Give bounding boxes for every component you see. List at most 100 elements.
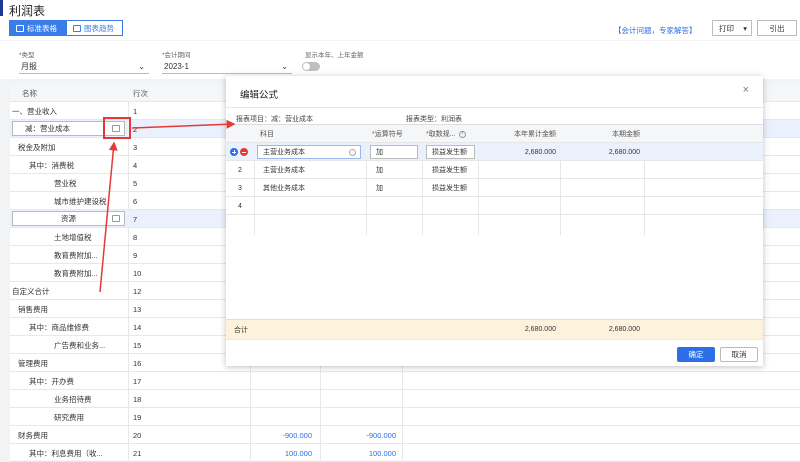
operator-select[interactable]: 加	[370, 145, 418, 159]
rule-select[interactable]: 损益发生额	[426, 145, 475, 159]
current-cell	[560, 179, 640, 197]
subject-input[interactable]: 主营业务成本	[257, 145, 361, 159]
table-row[interactable]: 其中：开办费 17	[10, 372, 800, 390]
row-number: 15	[133, 340, 142, 350]
row-number: 9	[133, 250, 138, 260]
type-select[interactable]: 月报 ⌄	[19, 60, 149, 74]
subject-cell[interactable]: 主营业务成本	[263, 161, 305, 179]
show-current-year-toggle[interactable]	[302, 62, 320, 71]
row-number: 21	[133, 448, 142, 458]
row-value-ytd[interactable]: -900.000	[250, 426, 312, 444]
table-row[interactable]: 其中：利息费用（收... 21 100.000 100.000	[10, 444, 800, 462]
report-item-info: 报表项目：减：营业成本	[236, 116, 313, 123]
operator-cell[interactable]: 加	[376, 179, 383, 197]
row-index: 2	[238, 166, 242, 174]
formula-row[interactable]: 主营业务成本 加 损益发生额 2,680.000 2,680.000	[226, 143, 763, 161]
cancel-button[interactable]: 取消	[720, 347, 758, 362]
chart-icon	[73, 24, 81, 32]
col-header-name: 名称	[22, 88, 37, 98]
rule-cell[interactable]: 损益发生额	[432, 179, 467, 197]
row-number: 19	[133, 412, 142, 422]
col-subject: 科目	[260, 131, 274, 138]
col-operator: * 运算符号	[372, 130, 403, 139]
row-number: 7	[133, 214, 138, 224]
ytd-cell: 2,680.000	[524, 148, 556, 156]
period-select[interactable]: 2023-1 ⌄	[162, 60, 292, 74]
report-type-info: 报表类型：利润表	[406, 116, 462, 123]
row-number: 12	[133, 286, 142, 296]
print-button[interactable]: 打印 ▾	[712, 20, 752, 36]
row-name-editor[interactable]: 资源	[12, 211, 125, 226]
export-label: 引出	[769, 23, 785, 33]
row-number: 17	[133, 376, 142, 386]
table-row[interactable]: 财务费用 20 -900.000 -900.000	[10, 426, 800, 444]
col-header-row-no: 行次	[133, 88, 148, 98]
formula-row[interactable]: 2 主营业务成本 加 损益发生额	[226, 161, 763, 179]
rule-cell[interactable]: 损益发生额	[432, 161, 467, 179]
add-row-icon[interactable]	[230, 148, 238, 156]
row-value-ytd[interactable]	[250, 390, 312, 408]
row-name: 其中：消费税	[29, 160, 74, 170]
tab-label: 图表趋势	[84, 23, 114, 33]
row-name: 教育费附加...	[54, 250, 98, 260]
print-label: 打印	[719, 23, 734, 33]
row-value-current[interactable]	[330, 372, 396, 390]
subject-cell[interactable]: 其他业务成本	[263, 179, 305, 197]
operator-cell[interactable]: 加	[376, 161, 383, 179]
row-name: 税金及附加	[18, 142, 56, 152]
row-name: 管理费用	[18, 358, 48, 368]
tab-chart-trend[interactable]: 图表趋势	[66, 20, 123, 36]
row-name: 销售费用	[18, 304, 48, 314]
formula-row[interactable]: 4	[226, 197, 763, 215]
export-button[interactable]: 引出	[757, 20, 797, 36]
row-name: 广告费和业务...	[54, 340, 106, 350]
row-number: 16	[133, 358, 142, 368]
row-number: 8	[133, 232, 138, 242]
row-name: 自定义合计	[12, 286, 50, 296]
row-value-ytd[interactable]: 100.000	[250, 444, 312, 462]
close-icon[interactable]: ×	[743, 84, 749, 96]
row-value-current[interactable]	[330, 408, 396, 426]
rule-value: 损益发生额	[432, 149, 467, 156]
row-value-ytd[interactable]	[250, 408, 312, 426]
row-value-current[interactable]: 100.000	[330, 444, 396, 462]
row-number: 6	[133, 196, 138, 206]
edit-formula-dialog: 编辑公式 × 报表项目：减：营业成本 报表类型：利润表 科目 * 运算符号 * 取数…	[226, 76, 763, 366]
row-value-current[interactable]	[330, 390, 396, 408]
row-name: 研究费用	[54, 412, 84, 422]
row-value-ytd[interactable]	[250, 372, 312, 390]
expert-help-link[interactable]: 【会计问题，专家解答】	[614, 25, 697, 36]
row-number: 2	[133, 124, 138, 134]
formula-header-row: 科目 * 运算符号 * 取数规...? 本年累计金额 本期金额	[226, 125, 763, 143]
table-row[interactable]: 业务招待费 18	[10, 390, 800, 408]
help-icon[interactable]: ?	[458, 130, 466, 138]
row-number: 10	[133, 268, 142, 278]
total-row: 合计 2,680.000 2,680.000	[226, 320, 763, 339]
tab-standard-table[interactable]: 标准表格	[9, 20, 66, 36]
formula-row[interactable]: 3 其他业务成本 加 损益发生额	[226, 179, 763, 197]
page-title: 利润表	[9, 4, 46, 18]
ok-button[interactable]: 确定	[677, 347, 715, 362]
row-value-current[interactable]: -900.000	[330, 426, 396, 444]
edit-icon[interactable]	[112, 215, 120, 222]
type-label: *类型	[19, 52, 35, 59]
type-value: 月报	[21, 62, 37, 71]
row-name: 业务招待费	[54, 394, 92, 404]
chevron-down-icon[interactable]: ▾	[743, 24, 747, 33]
row-name: 教育费附加...	[54, 268, 98, 278]
operator-value: 加	[376, 149, 383, 156]
remove-row-icon[interactable]	[240, 148, 248, 156]
table-row[interactable]: 研究费用 19	[10, 408, 800, 426]
formula-table: 科目 * 运算符号 * 取数规...? 本年累计金额 本期金额 主营业务成本加损益发…	[226, 124, 763, 320]
current-cell: 2,680.000	[608, 148, 640, 156]
tab-label: 标准表格	[27, 23, 57, 33]
chevron-down-icon: ⌄	[138, 62, 145, 71]
more-icon[interactable]	[349, 149, 356, 156]
brand-marker	[0, 0, 3, 16]
row-name: 土地增值税	[54, 232, 92, 242]
view-tabs: 标准表格 图表趋势	[9, 20, 123, 36]
ytd-cell	[478, 197, 556, 215]
current-cell	[560, 161, 640, 179]
row-name: 其中：开办费	[29, 376, 74, 386]
row-number: 4	[133, 160, 138, 170]
